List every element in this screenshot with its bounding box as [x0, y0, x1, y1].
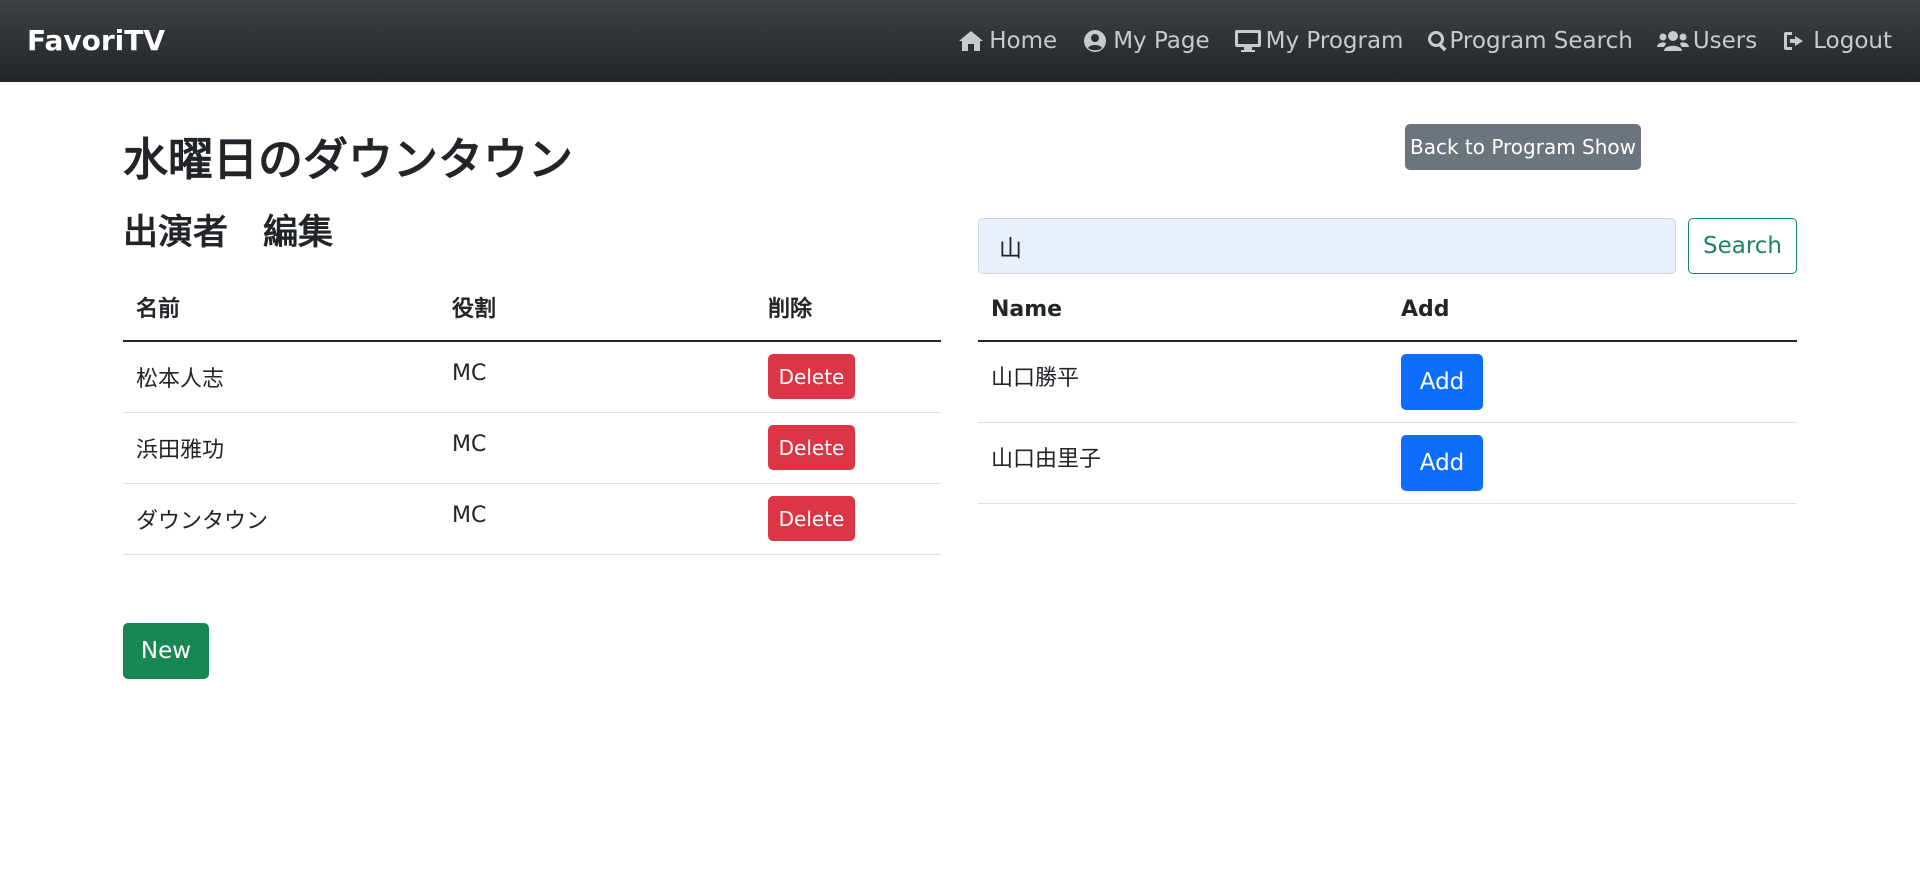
table-row: 松本人志 MC Delete [123, 342, 941, 413]
cast-role: MC [452, 432, 487, 457]
column-header-add: Add [1401, 297, 1450, 322]
desktop-icon [1234, 28, 1262, 54]
navbar: FavoriTV Home My Page My Program Program… [0, 0, 1920, 82]
nav-link-label: Program Search [1449, 28, 1633, 54]
cast-role: MC [452, 361, 487, 386]
nav-link-logout[interactable]: Logout [1781, 28, 1892, 54]
column-header-name: Name [991, 297, 1063, 322]
result-name: 山口由里子 [991, 447, 1102, 472]
table-row: 浜田雅功 MC Delete [123, 413, 941, 484]
nav-link-label: Users [1692, 28, 1758, 54]
cast-table-header: 名前 役割 削除 [123, 286, 941, 342]
delete-button[interactable]: Delete [768, 425, 855, 470]
nav-links: Home My Page My Program Program Search U… [933, 0, 1892, 82]
cast-table: 名前 役割 削除 松本人志 MC Delete 浜田雅功 MC Delete ダ… [123, 286, 941, 555]
column-header-name: 名前 [136, 297, 181, 322]
nav-link-program-search[interactable]: Program Search [1427, 28, 1633, 54]
table-row: 山口由里子 Add [978, 423, 1797, 504]
brand-logo[interactable]: FavoriTV [27, 0, 165, 82]
search-icon [1427, 28, 1449, 54]
column-header-delete: 削除 [768, 297, 813, 322]
result-name: 山口勝平 [991, 366, 1080, 391]
cast-name: 松本人志 [136, 367, 225, 392]
home-icon [957, 28, 985, 54]
search-results-table: Name Add 山口勝平 Add 山口由里子 Add [978, 286, 1797, 504]
add-button[interactable]: Add [1401, 354, 1483, 410]
table-row: 山口勝平 Add [978, 342, 1797, 423]
search-input[interactable] [978, 218, 1676, 274]
nav-link-my-program[interactable]: My Program [1234, 28, 1404, 54]
cast-role: MC [452, 503, 487, 528]
nav-link-label: Logout [1813, 28, 1892, 54]
back-to-program-show-button[interactable]: Back to Program Show [1405, 124, 1641, 170]
search-button[interactable]: Search [1688, 218, 1797, 274]
new-button[interactable]: New [123, 623, 209, 679]
nav-link-label: My Page [1113, 28, 1210, 54]
nav-link-label: My Program [1265, 28, 1404, 54]
user-circle-icon [1081, 28, 1109, 54]
cast-name: ダウンタウン [136, 509, 269, 534]
logout-icon [1781, 28, 1809, 54]
results-table-header: Name Add [978, 286, 1797, 342]
nav-link-label: Home [989, 28, 1058, 54]
section-title: 出演者 編集 [123, 213, 334, 253]
page-title: 水曜日のダウンタウン [123, 133, 574, 186]
column-header-role: 役割 [452, 297, 497, 322]
nav-link-home[interactable]: Home [957, 28, 1057, 54]
delete-button[interactable]: Delete [768, 496, 855, 541]
nav-link-my-page[interactable]: My Page [1081, 28, 1210, 54]
users-icon [1656, 28, 1689, 54]
delete-button[interactable]: Delete [768, 354, 855, 399]
table-row: ダウンタウン MC Delete [123, 484, 941, 555]
nav-link-users[interactable]: Users [1656, 28, 1758, 54]
cast-name: 浜田雅功 [136, 438, 225, 463]
add-button[interactable]: Add [1401, 435, 1483, 491]
